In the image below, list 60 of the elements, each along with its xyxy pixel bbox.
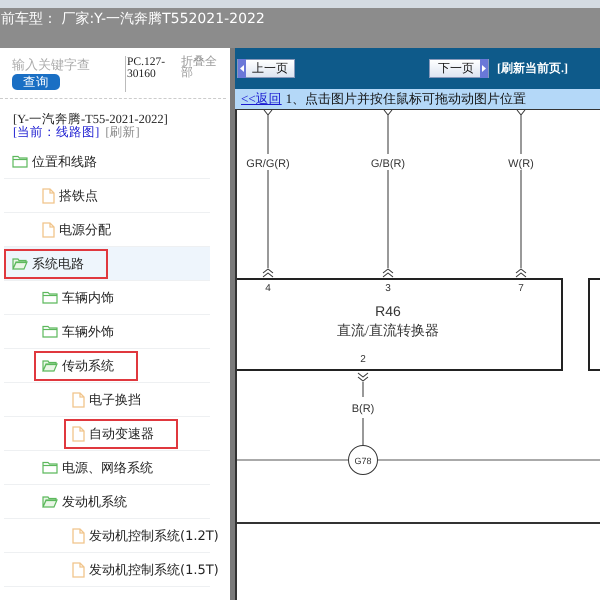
- search-field[interactable]: 输入关键字查: [12, 56, 117, 73]
- drag-hint: 1、点击图片并按住鼠标可拖动动图片位置: [286, 90, 526, 108]
- pin-number: 3: [385, 283, 391, 294]
- tree-item-label: 车辆外饰: [62, 324, 114, 340]
- tree-item[interactable]: 搭铁点: [4, 179, 210, 212]
- part-code: PC.127-30160: [125, 56, 175, 92]
- tree-item[interactable]: 发动机系统: [4, 485, 210, 518]
- splice-circle: [348, 445, 378, 475]
- tree-item-label: 发动机控制系统(1.5T): [89, 562, 219, 578]
- tree-item[interactable]: 车辆外饰: [4, 315, 210, 348]
- file-icon: [72, 562, 85, 578]
- component-id: R46: [375, 303, 401, 319]
- back-link[interactable]: <<返回: [241, 90, 282, 108]
- wire: [362, 382, 364, 446]
- model-name: [Y-一汽奔腾-T55-2021-2022]: [13, 113, 169, 126]
- previous-page-button[interactable]: 上一页: [237, 59, 295, 78]
- pin-number: 7: [518, 283, 524, 294]
- connector-icon: [516, 268, 526, 278]
- file-icon: [72, 528, 85, 544]
- file-icon: [72, 426, 85, 442]
- tree-item-label: 电子换挡: [89, 392, 141, 408]
- connector-icon: [382, 268, 394, 278]
- tree-item[interactable]: 电源、网络系统: [4, 451, 210, 484]
- tree-item-label: 搭铁点: [59, 188, 98, 204]
- wire-label: GR/G(R): [246, 158, 290, 170]
- component-name: 直流/直流转换器: [337, 324, 439, 339]
- file-icon: [42, 222, 55, 238]
- tree-item[interactable]: 传动系统: [4, 349, 210, 382]
- tree-item-label: 系统电路: [32, 256, 84, 272]
- pin-number: 4: [265, 283, 271, 294]
- tree-item-label: 车辆内饰: [62, 290, 114, 306]
- tree-item-label: 电源分配: [59, 222, 111, 238]
- tree-item-label: 电源、网络系统: [62, 460, 153, 476]
- refresh-link[interactable]: [刷新]: [105, 126, 140, 139]
- tree-item[interactable]: 电子换挡: [4, 383, 210, 416]
- file-icon: [72, 392, 85, 408]
- file-icon: [42, 188, 55, 204]
- connector-icon: [262, 268, 274, 278]
- wire-label: W(R): [508, 158, 534, 170]
- splice-label: G78: [354, 456, 372, 466]
- next-page-button[interactable]: 下一页: [429, 59, 489, 78]
- connector-icon: [358, 372, 368, 382]
- search-button[interactable]: 查询: [12, 74, 60, 90]
- tree-item[interactable]: 自动变速器: [4, 417, 210, 450]
- wire-label: B(R): [352, 403, 374, 415]
- tree-item-label: 传动系统: [62, 358, 114, 374]
- tree-item-label: 发动机控制系统(1.2T): [89, 528, 219, 544]
- refresh-page-link[interactable]: [刷新当前页.]: [497, 60, 568, 78]
- tree-item[interactable]: 系统电路: [4, 247, 210, 280]
- tree-item[interactable]: 电源分配: [4, 213, 210, 246]
- tree-item-label: 发动机系统: [62, 494, 127, 510]
- car-model-title: 前车型： 厂家:Y-一汽奔腾T552021-2022: [0, 10, 265, 28]
- wiring-diagram[interactable]: GR/G(R) 4 G/B(R) 3 W(R) 7 R46 直流/直流转换器 2 B(R) G78: [235, 109, 600, 600]
- current-view: [当前：线路图]: [13, 126, 100, 139]
- tree-item-label: 位置和线路: [32, 154, 97, 170]
- pin-number: 2: [360, 354, 366, 365]
- tree-item-label: 自动变速器: [89, 426, 154, 442]
- tree-item[interactable]: 位置和线路: [4, 145, 210, 178]
- wire-label: G/B(R): [370, 158, 406, 170]
- tree-item[interactable]: 车辆内饰: [4, 281, 210, 314]
